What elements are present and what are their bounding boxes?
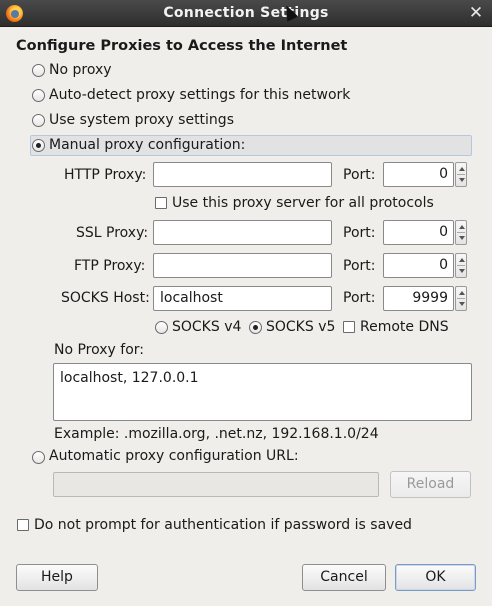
ok-button[interactable]: OK [395, 564, 476, 591]
http-port-stepper[interactable] [455, 162, 467, 187]
manual-proxy-radio[interactable] [32, 139, 45, 152]
ftp-proxy-input[interactable] [153, 253, 332, 278]
remote-dns-label[interactable]: Remote DNS [360, 319, 449, 335]
socks-port-input[interactable]: 9999 [383, 286, 454, 311]
ftp-port-input[interactable]: 0 [383, 253, 454, 278]
ssl-proxy-input[interactable] [153, 220, 332, 245]
remote-dns-checkbox[interactable] [343, 321, 355, 333]
ssl-proxy-label: SSL Proxy: [76, 225, 149, 241]
socks-host-input[interactable]: localhost [153, 286, 332, 311]
section-heading: Configure Proxies to Access the Internet [16, 38, 348, 54]
no-proxy-for-label: No Proxy for: [54, 342, 145, 358]
http-port-label: Port: [343, 167, 376, 183]
socks-host-label: SOCKS Host: [61, 290, 150, 306]
auto-detect-label[interactable]: Auto-detect proxy settings for this netw… [49, 87, 350, 103]
socks-port-stepper[interactable] [455, 286, 467, 311]
auto-detect-radio[interactable] [32, 89, 45, 102]
auto-config-radio[interactable] [32, 451, 45, 464]
no-prompt-checkbox[interactable] [17, 519, 29, 531]
socks-port-label: Port: [343, 290, 376, 306]
http-proxy-label: HTTP Proxy: [64, 167, 147, 183]
ssl-port-stepper[interactable] [455, 220, 467, 245]
no-proxy-for-textarea[interactable]: localhost, 127.0.0.1 [53, 363, 472, 421]
http-proxy-input[interactable] [153, 162, 332, 187]
ssl-port-input[interactable]: 0 [383, 220, 454, 245]
no-proxy-radio[interactable] [32, 64, 45, 77]
no-proxy-label[interactable]: No proxy [49, 62, 112, 78]
system-proxy-label[interactable]: Use system proxy settings [49, 112, 234, 128]
share-all-label[interactable]: Use this proxy server for all protocols [172, 195, 434, 211]
window-title: Connection Settings [163, 5, 329, 21]
no-proxy-example: Example: .mozilla.org, .net.nz, 192.168.… [54, 426, 379, 442]
ftp-port-label: Port: [343, 258, 376, 274]
socks-v5-radio[interactable] [249, 321, 262, 334]
reload-button[interactable]: Reload [390, 471, 471, 498]
share-all-checkbox[interactable] [155, 197, 167, 209]
system-proxy-radio[interactable] [32, 114, 45, 127]
close-icon[interactable]: ✕ [466, 3, 486, 23]
socks-v4-label[interactable]: SOCKS v4 [172, 319, 241, 335]
http-port-input[interactable]: 0 [383, 162, 454, 187]
auto-config-url-input[interactable] [53, 472, 379, 497]
ssl-port-label: Port: [343, 225, 376, 241]
help-button[interactable]: Help [16, 564, 98, 591]
no-prompt-label[interactable]: Do not prompt for authentication if pass… [34, 517, 412, 533]
auto-config-label[interactable]: Automatic proxy configuration URL: [49, 448, 299, 464]
socks-v4-radio[interactable] [155, 321, 168, 334]
ftp-port-stepper[interactable] [455, 253, 467, 278]
cancel-button[interactable]: Cancel [302, 564, 386, 591]
ftp-proxy-label: FTP Proxy: [74, 258, 146, 274]
manual-proxy-label[interactable]: Manual proxy configuration: [49, 137, 245, 153]
socks-v5-label[interactable]: SOCKS v5 [266, 319, 335, 335]
